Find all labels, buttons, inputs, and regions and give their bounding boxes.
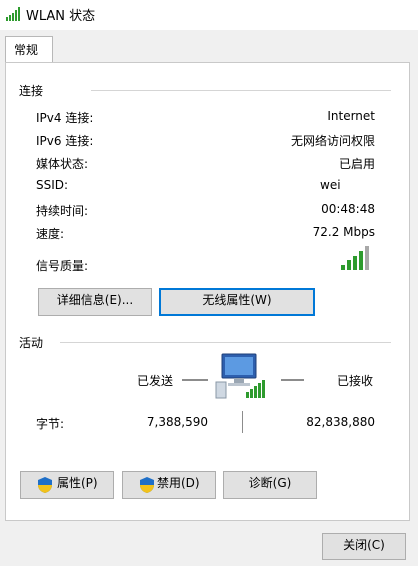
wireless-properties-button[interactable]: 无线属性(W) <box>159 288 315 316</box>
tab-general[interactable]: 常规 <box>5 36 53 63</box>
disable-button[interactable]: 禁用(D) <box>122 471 216 499</box>
signal-quality-label: 信号质量: <box>36 259 89 273</box>
bytes-label: 字节: <box>36 417 65 431</box>
properties-button[interactable]: 属性(P) <box>20 471 114 499</box>
signal-bar <box>353 256 357 270</box>
details-button[interactable]: 详细信息(E)... <box>38 288 152 316</box>
shield-icon <box>140 477 154 493</box>
properties-label: 属性(P) <box>57 476 98 490</box>
bytes-divider <box>242 411 243 433</box>
title-bar: WLAN 状态 <box>0 0 418 30</box>
shield-icon <box>38 477 52 493</box>
activity-divider <box>60 342 391 343</box>
ipv4-label: IPv4 连接: <box>36 111 94 125</box>
media-state-label: 媒体状态: <box>36 157 89 171</box>
bytes-received-value: 82,838,880 <box>306 415 375 429</box>
sent-line <box>182 379 208 381</box>
ipv6-label: IPv6 连接: <box>36 134 94 148</box>
window-title: WLAN 状态 <box>26 9 96 24</box>
ssid-label: SSID: <box>36 178 69 192</box>
activity-section-label: 活动 <box>19 336 44 350</box>
wifi-signal-icon <box>6 7 20 21</box>
tab-label: 常规 <box>14 43 39 57</box>
ipv6-value: 无网络访问权限 <box>290 134 375 148</box>
signal-strength-indicator <box>341 244 373 270</box>
connection-divider <box>91 90 391 91</box>
duration-label: 持续时间: <box>36 204 89 218</box>
signal-bar <box>365 246 369 270</box>
network-computer-icon <box>215 353 265 399</box>
sent-label: 已发送 <box>137 374 174 388</box>
received-line <box>281 379 304 381</box>
disable-label: 禁用(D) <box>157 476 200 490</box>
bytes-sent-value: 7,388,590 <box>146 415 208 429</box>
media-state-value: 已启用 <box>338 157 375 171</box>
close-button[interactable]: 关闭(C) <box>322 533 406 560</box>
connection-section-label: 连接 <box>19 84 44 98</box>
ipv4-value: Internet <box>327 109 375 123</box>
signal-bar <box>347 260 351 270</box>
diagnose-button[interactable]: 诊断(G) <box>223 471 317 499</box>
speed-value: 72.2 Mbps <box>312 225 375 239</box>
ssid-value: wei <box>320 178 341 192</box>
duration-value: 00:48:48 <box>321 202 375 216</box>
signal-bar <box>341 265 345 270</box>
received-label: 已接收 <box>337 374 374 388</box>
signal-bar <box>359 251 363 270</box>
speed-label: 速度: <box>36 227 65 241</box>
